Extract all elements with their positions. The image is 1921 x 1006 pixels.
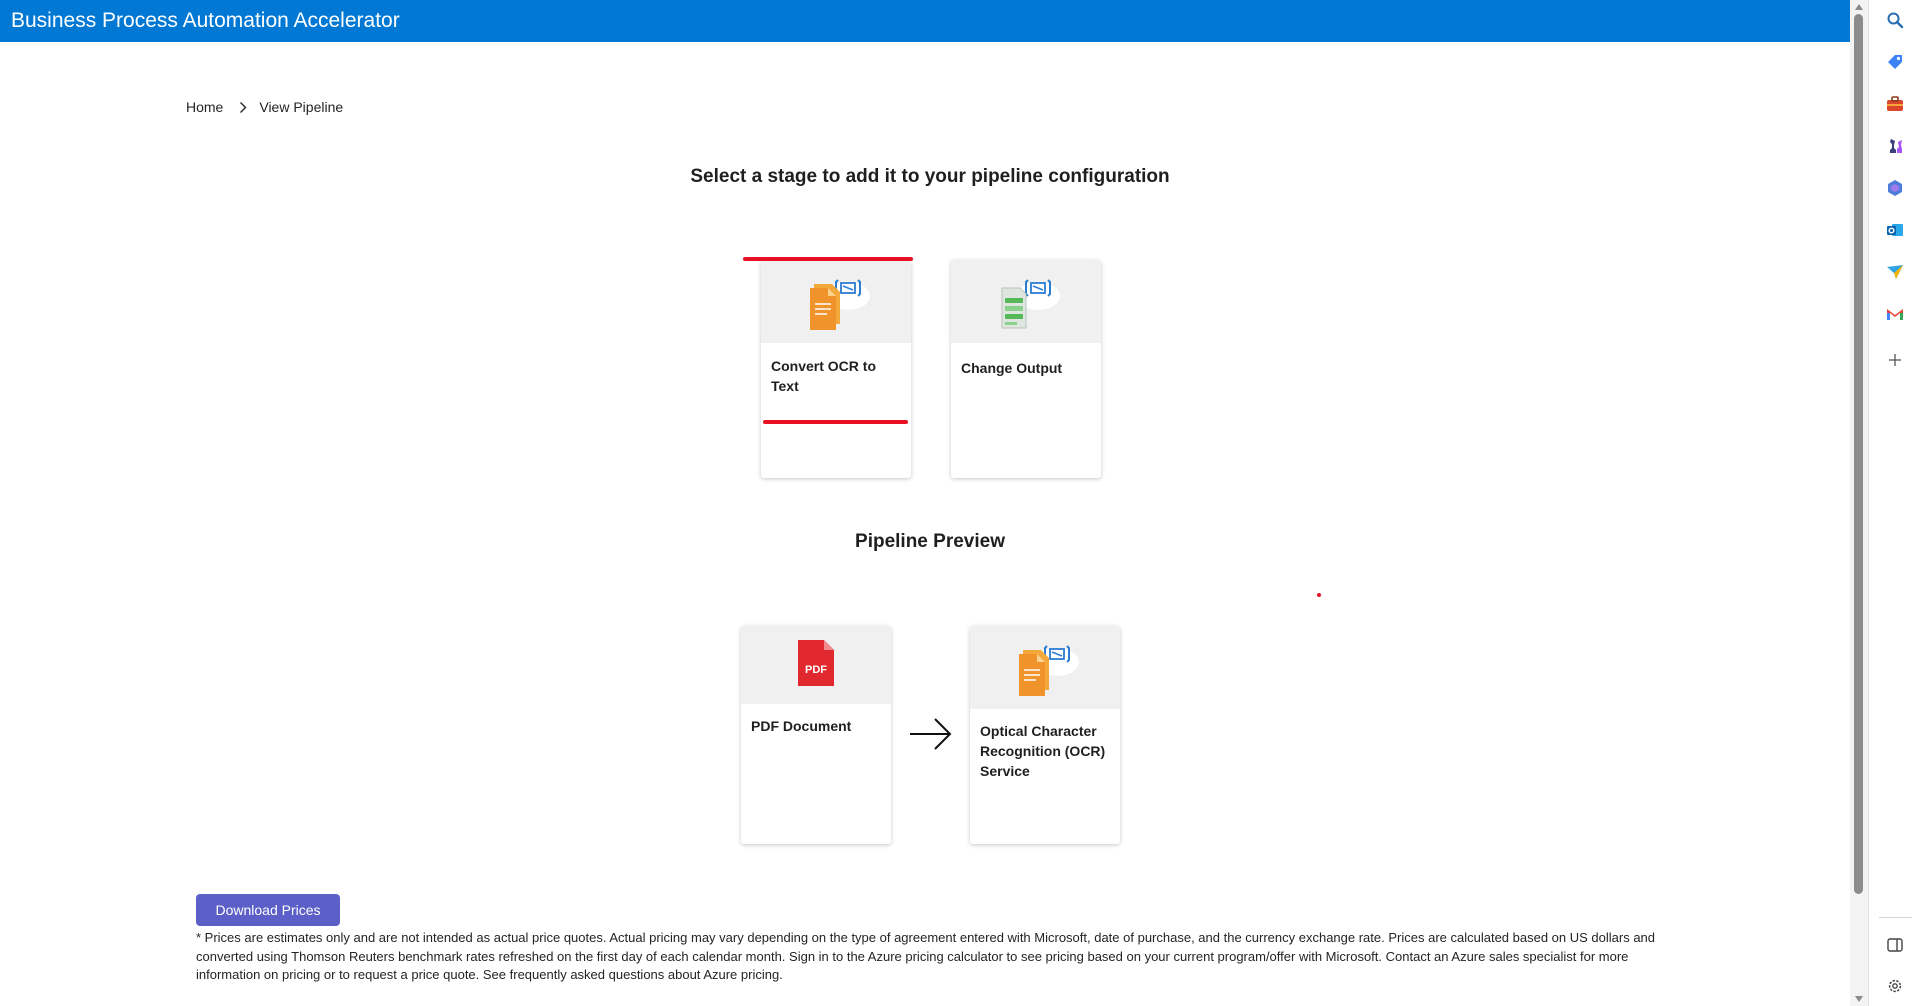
pipeline-preview-heading: Pipeline Preview xyxy=(855,531,1005,552)
download-prices-button[interactable]: Download Prices xyxy=(196,894,340,926)
search-icon[interactable] xyxy=(1882,7,1908,33)
scrollbar-thumb[interactable] xyxy=(1854,14,1863,894)
sidebar-divider xyxy=(1879,917,1912,918)
document-transform-icon xyxy=(988,266,1064,337)
pipeline-card-label: PDF Document xyxy=(751,718,852,734)
settings-icon[interactable] xyxy=(1882,973,1908,999)
document-code-icon xyxy=(798,266,874,337)
stage-card-art xyxy=(951,260,1101,343)
copilot-icon[interactable] xyxy=(1882,175,1908,201)
pipeline-card-ocr-service[interactable]: Optical Character Recognition (OCR) Serv… xyxy=(970,626,1120,844)
stage-card-convert-ocr[interactable]: Convert OCR to Text xyxy=(761,260,911,478)
stage-card-label: Change Output xyxy=(961,360,1063,376)
breadcrumb-home-link[interactable]: Home xyxy=(186,99,223,115)
app-title: Business Process Automation Accelerator xyxy=(11,9,400,32)
sidebar-toggle-icon[interactable] xyxy=(1882,932,1908,958)
selection-highlight-bottom xyxy=(763,420,908,424)
stage-card-label: Convert OCR to Text xyxy=(771,358,876,394)
breadcrumb-current: View Pipeline xyxy=(259,99,344,115)
browser-sidebar xyxy=(1868,0,1921,1006)
pricing-disclaimer: * Prices are estimates only and are not … xyxy=(196,930,1656,982)
tag-icon[interactable] xyxy=(1882,49,1908,75)
pipeline-card-pdf-document[interactable]: PDF PDF Document xyxy=(741,626,891,844)
chevron-right-icon xyxy=(239,101,247,114)
red-dot-marker xyxy=(1317,593,1321,597)
pdf-icon: PDF xyxy=(796,638,836,693)
selection-highlight-top xyxy=(743,257,913,261)
breadcrumb: Home View Pipeline xyxy=(186,95,343,119)
scroll-up-arrow-icon[interactable] xyxy=(1855,4,1863,10)
send-icon[interactable] xyxy=(1882,259,1908,285)
document-code-icon xyxy=(1007,632,1083,703)
page-scrollbar[interactable] xyxy=(1850,0,1868,1006)
app-header: Business Process Automation Accelerator xyxy=(0,0,1850,42)
pipeline-card-art xyxy=(970,626,1120,709)
add-icon[interactable] xyxy=(1882,347,1908,373)
pdf-icon-badge: PDF xyxy=(805,664,827,676)
scroll-down-arrow-icon[interactable] xyxy=(1855,996,1863,1002)
outlook-icon[interactable] xyxy=(1882,217,1908,243)
pipeline-card-label: Optical Character Recognition (OCR) Serv… xyxy=(980,723,1106,779)
stage-card-change-output[interactable]: Change Output xyxy=(951,260,1101,478)
pipeline-card-art: PDF xyxy=(741,626,891,704)
gmail-icon[interactable] xyxy=(1882,301,1908,327)
stage-selection-heading: Select a stage to add it to your pipelin… xyxy=(690,166,1170,187)
briefcase-icon[interactable] xyxy=(1882,91,1908,117)
chess-icon[interactable] xyxy=(1882,133,1908,159)
arrow-right-icon xyxy=(908,716,954,757)
stage-card-art xyxy=(761,260,911,343)
